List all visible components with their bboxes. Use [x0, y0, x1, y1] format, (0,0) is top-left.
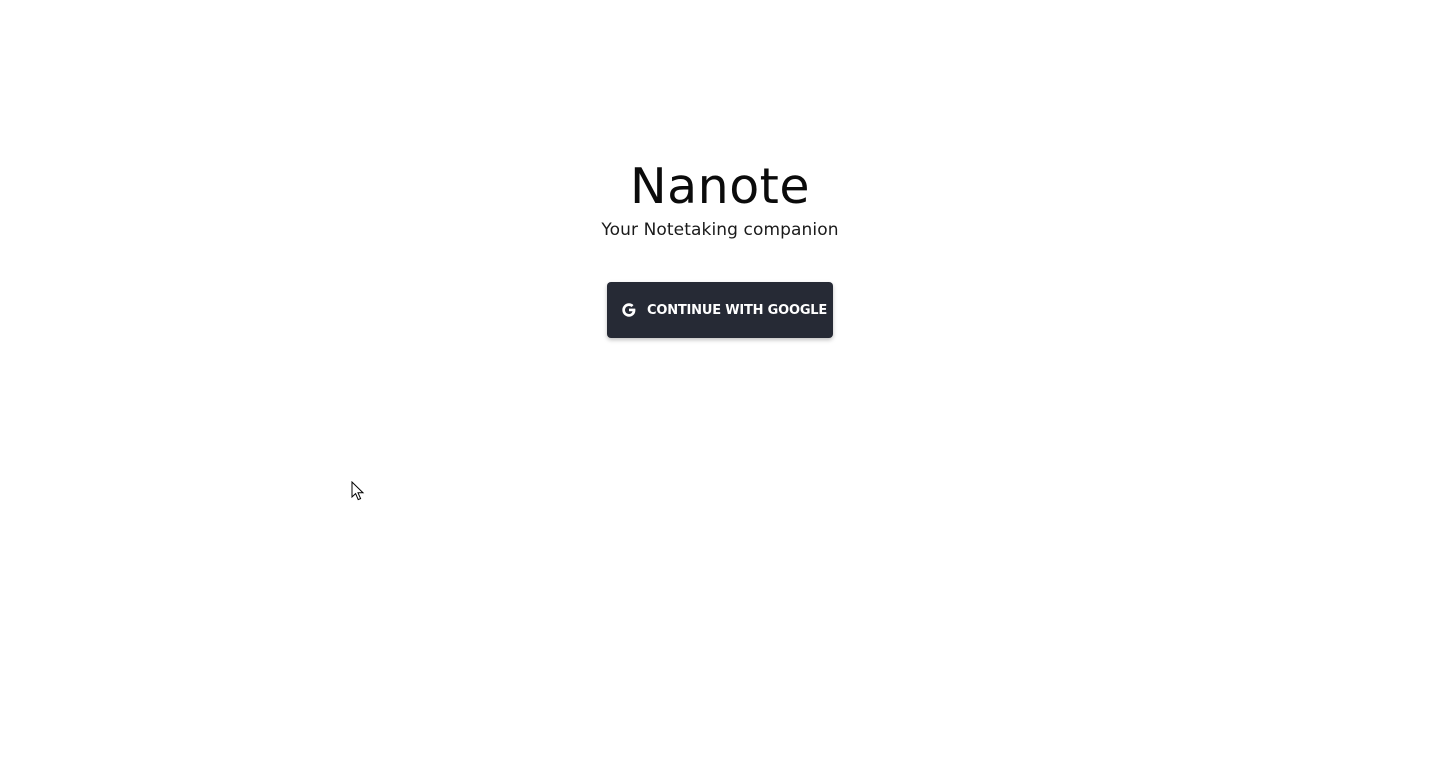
mouse-cursor-icon: [351, 481, 365, 501]
continue-with-google-button[interactable]: CONTINUE WITH GOOGLE: [607, 282, 833, 338]
google-icon: [620, 301, 638, 319]
login-page: Nanote Your Notetaking companion CONTINU…: [0, 0, 1440, 771]
app-tagline: Your Notetaking companion: [601, 220, 839, 240]
google-button-label: CONTINUE WITH GOOGLE: [647, 302, 828, 318]
app-title: Nanote: [629, 158, 811, 215]
hero-section: Nanote Your Notetaking companion CONTINU…: [0, 0, 1440, 338]
